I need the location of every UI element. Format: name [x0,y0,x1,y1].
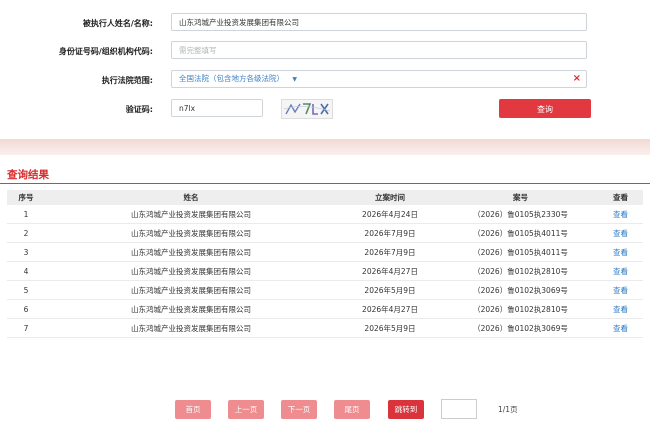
clear-icon[interactable]: × [573,71,581,87]
row-name: 山东鸿城产业投资发展集团有限公司 [45,223,337,243]
row-date: 2026年7月9日 [337,223,443,243]
table-row: 3 山东鸿城产业投资发展集团有限公司 2026年7月9日 （2026）鲁0105… [7,242,643,262]
row-name: 山东鸿城产业投资发展集团有限公司 [45,261,337,281]
captcha-label: 验证码: [125,105,153,114]
row-date: 2026年7月9日 [337,242,443,262]
table-row: 2 山东鸿城产业投资发展集团有限公司 2026年7月9日 （2026）鲁0105… [7,223,643,243]
results-table: 序号 姓名 立案时间 案号 查看 1 山东鸿城产业投资发展集团有限公司 2026… [7,190,643,338]
captcha-input[interactable] [171,99,263,117]
row-case: （2026）鲁0105执2330号 [443,205,598,224]
header-view: 查看 [598,190,643,205]
prev-page-button[interactable]: 上一页 [228,400,264,419]
table-row: 4 山东鸿城产业投资发展集团有限公司 2026年4月27日 （2026）鲁010… [7,261,643,281]
view-link[interactable]: 查看 [598,280,643,300]
court-select[interactable]: 全国法院（包含地方各级法院） ▼ × [171,70,587,88]
table-row: 1 山东鸿城产业投资发展集团有限公司 2026年4月24日 （2026）鲁010… [7,205,643,224]
header-no: 序号 [7,190,45,205]
row-date: 2026年5月9日 [337,280,443,300]
row-case: （2026）鲁0105执4011号 [443,242,598,262]
header-name: 姓名 [45,190,337,205]
section-band [0,139,650,155]
table-row: 5 山东鸿城产业投资发展集团有限公司 2026年5月9日 （2026）鲁0102… [7,280,643,300]
row-no: 1 [7,205,45,224]
view-link[interactable]: 查看 [598,261,643,281]
row-no: 2 [7,223,45,243]
view-link[interactable]: 查看 [598,318,643,338]
table-header-row: 序号 姓名 立案时间 案号 查看 [7,190,643,205]
last-page-button[interactable]: 尾页 [334,400,370,419]
view-link[interactable]: 查看 [598,299,643,319]
row-name: 山东鸿城产业投资发展集团有限公司 [45,318,337,338]
results-divider [0,183,650,184]
table-row: 6 山东鸿城产业投资发展集团有限公司 2026年4月27日 （2026）鲁010… [7,299,643,319]
captcha-image[interactable] [281,99,333,119]
first-page-button[interactable]: 首页 [175,400,211,419]
row-case: （2026）鲁0102执3069号 [443,318,598,338]
row-no: 7 [7,318,45,338]
query-button[interactable]: 查询 [499,99,591,118]
row-date: 2026年4月27日 [337,261,443,281]
name-label: 被执行人姓名/名称: [82,19,153,28]
next-page-button[interactable]: 下一页 [281,400,317,419]
court-label: 执行法院范围: [101,76,153,85]
view-link[interactable]: 查看 [598,223,643,243]
row-name: 山东鸿城产业投资发展集团有限公司 [45,280,337,300]
jump-button[interactable]: 跳转到 [388,400,424,419]
row-case: （2026）鲁0102执3069号 [443,280,598,300]
row-no: 3 [7,242,45,262]
row-case: （2026）鲁0105执4011号 [443,223,598,243]
page-count: 1/1页 [498,405,518,414]
header-date: 立案时间 [337,190,443,205]
row-case: （2026）鲁0102执2810号 [443,299,598,319]
captcha-picture [283,103,331,115]
header-case: 案号 [443,190,598,205]
row-date: 2026年4月27日 [337,299,443,319]
row-name: 山东鸿城产业投资发展集团有限公司 [45,299,337,319]
view-link[interactable]: 查看 [598,205,643,224]
row-no: 4 [7,261,45,281]
court-select-value: 全国法院（包含地方各级法院） [179,74,284,83]
row-date: 2026年5月9日 [337,318,443,338]
table-row: 7 山东鸿城产业投资发展集团有限公司 2026年5月9日 （2026）鲁0102… [7,318,643,338]
results-title: 查询结果 [7,169,49,181]
row-name: 山东鸿城产业投资发展集团有限公司 [45,205,337,224]
row-no: 5 [7,280,45,300]
row-case: （2026）鲁0102执2810号 [443,261,598,281]
id-label: 身份证号码/组织机构代码: [58,47,153,56]
name-input[interactable] [171,13,587,31]
view-link[interactable]: 查看 [598,242,643,262]
row-date: 2026年4月24日 [337,205,443,224]
id-input[interactable] [171,41,587,59]
caret-down-icon: ▼ [292,76,298,83]
row-name: 山东鸿城产业投资发展集团有限公司 [45,242,337,262]
page-number-input[interactable] [441,399,477,419]
row-no: 6 [7,299,45,319]
